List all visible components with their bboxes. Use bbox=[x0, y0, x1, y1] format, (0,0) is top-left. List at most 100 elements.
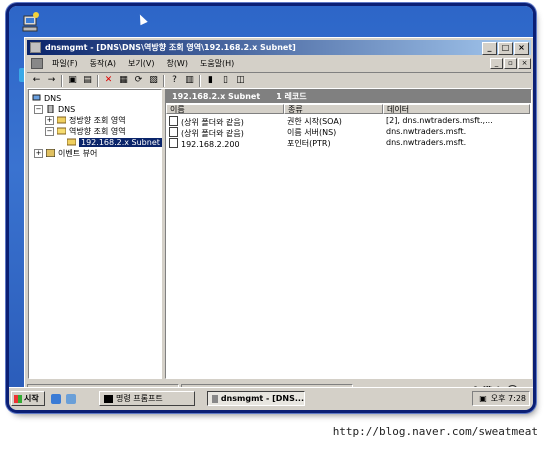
column-header-data[interactable]: 데이터 bbox=[383, 104, 530, 114]
quick-launch bbox=[51, 394, 76, 404]
dns-root-icon bbox=[32, 94, 41, 101]
taskbar: 시작 명령 프롬프트 dnsmgmt - [DNS... ▣ 오후 7:28 bbox=[9, 387, 533, 410]
record-name: (상위 폴더와 같음) bbox=[181, 118, 244, 127]
internet-explorer-icon[interactable] bbox=[51, 394, 61, 404]
taskbar-button-dnsmgmt[interactable]: dnsmgmt - [DNS... bbox=[207, 391, 305, 406]
record-type: 이름 서버(NS) bbox=[287, 128, 337, 137]
taskbar-label-dnsmgmt: dnsmgmt - [DNS... bbox=[220, 394, 304, 403]
open-folder-icon bbox=[57, 127, 66, 135]
mouse-cursor-icon bbox=[136, 12, 148, 26]
menu-window[interactable]: 창(W) bbox=[160, 58, 194, 69]
maximize-button[interactable]: □ bbox=[498, 42, 513, 55]
record-data: dns.nwtraders.msft. bbox=[386, 138, 467, 147]
zone-icon bbox=[67, 138, 76, 146]
record-data: dns.nwtraders.msft. bbox=[386, 127, 467, 136]
tree-item-subnet[interactable]: 192.168.2.x Subnet bbox=[67, 137, 162, 147]
title-bar[interactable]: dnsmgmt - [DNS\DNS\역방향 조회 영역\192.168.2.x… bbox=[27, 40, 531, 55]
record-icon bbox=[169, 127, 178, 137]
close-button[interactable]: × bbox=[514, 42, 529, 55]
event-viewer-icon bbox=[46, 149, 55, 157]
menu-bar: 파일(F) 동작(A) 보기(V) 창(W) 도움말(H) bbox=[27, 57, 531, 70]
mdi-close-button[interactable]: × bbox=[518, 58, 531, 69]
record-type: 포인터(PTR) bbox=[287, 139, 331, 148]
start-label: 시작 bbox=[24, 394, 39, 403]
collapse-toggle[interactable]: − bbox=[34, 104, 43, 114]
window-title: dnsmgmt - [DNS\DNS\역방향 조회 영역\192.168.2.x… bbox=[45, 43, 296, 52]
results-header: 192.168.2.x Subnet 1 레코드 bbox=[166, 90, 531, 103]
mmc-app-icon[interactable] bbox=[30, 42, 41, 53]
desktop: dnsmgmt - [DNS\DNS\역방향 조회 영역\192.168.2.x… bbox=[9, 6, 533, 410]
refresh-icon[interactable]: ⟳ bbox=[133, 75, 144, 86]
record-name: (상위 폴더와 같음) bbox=[181, 129, 244, 138]
table-row[interactable]: 192.168.2.200 포인터(PTR) dns.nwtraders.msf… bbox=[166, 138, 531, 149]
collapse-toggle[interactable]: − bbox=[45, 126, 54, 136]
tree-item-dns-root[interactable]: DNS bbox=[32, 93, 61, 103]
tree-label-forward-zone: 정방향 조회 영역 bbox=[69, 115, 126, 125]
expand-toggle[interactable]: + bbox=[45, 115, 54, 125]
record-count: 1 레코드 bbox=[276, 92, 307, 101]
mdi-minimize-button[interactable]: _ bbox=[490, 58, 503, 69]
properties-icon[interactable]: ▦ bbox=[118, 75, 129, 86]
tree-item-event-viewer[interactable]: + 이벤트 뷰어 bbox=[34, 148, 97, 158]
menu-action[interactable]: 동작(A) bbox=[84, 58, 122, 69]
console-tree-icon[interactable]: ▤ bbox=[82, 75, 93, 86]
console-icon[interactable] bbox=[31, 58, 43, 69]
results-pane: 192.168.2.x Subnet 1 레코드 이름 종류 데이터 (상위 폴… bbox=[165, 89, 532, 379]
system-tray: ▣ 오후 7:28 bbox=[472, 391, 530, 406]
new-record-icon[interactable]: ▯ bbox=[220, 75, 231, 86]
record-data: [2], dns.nwtraders.msft.,... bbox=[386, 116, 493, 125]
record-type: 권한 시작(SOA) bbox=[287, 117, 342, 126]
table-row[interactable]: (상위 폴더와 같음) 권한 시작(SOA) [2], dns.nwtrader… bbox=[166, 116, 531, 127]
windows-logo-icon bbox=[14, 394, 22, 403]
server-icon bbox=[47, 105, 54, 113]
new-zone-icon[interactable]: ◫ bbox=[235, 75, 246, 86]
console-tree: DNS − DNS + 정방향 조회 영역 − 역방향 조회 영역 192.16… bbox=[28, 89, 162, 379]
server-icon[interactable]: ▥ bbox=[184, 75, 195, 86]
taskbar-label-cmd: 명령 프롬프트 bbox=[116, 394, 163, 403]
toolbar-separator bbox=[61, 74, 63, 87]
results-title: 192.168.2.x Subnet bbox=[172, 92, 261, 101]
tree-item-dns-server[interactable]: − DNS bbox=[34, 104, 75, 114]
column-header-type[interactable]: 종류 bbox=[284, 104, 383, 114]
expand-toggle[interactable]: + bbox=[34, 148, 43, 158]
export-icon[interactable]: ▧ bbox=[148, 75, 159, 86]
tree-item-reverse-zone[interactable]: − 역방향 조회 영역 bbox=[45, 126, 126, 136]
tree-label-subnet: 192.168.2.x Subnet bbox=[79, 137, 162, 147]
tree-label-reverse-zone: 역방향 조회 영역 bbox=[69, 126, 126, 136]
tree-item-forward-zone[interactable]: + 정방향 조회 영역 bbox=[45, 115, 126, 125]
delete-icon[interactable]: ✕ bbox=[103, 75, 114, 86]
forward-arrow-icon[interactable]: → bbox=[46, 75, 57, 86]
table-row[interactable]: (상위 폴더와 같음) 이름 서버(NS) dns.nwtraders.msft… bbox=[166, 127, 531, 138]
record-icon bbox=[169, 138, 178, 148]
record-icon bbox=[169, 116, 178, 126]
record-name-cell: 192.168.2.200 bbox=[169, 138, 240, 149]
menu-help[interactable]: 도움말(H) bbox=[194, 58, 240, 69]
clock[interactable]: 오후 7:28 bbox=[491, 393, 526, 404]
tree-label-event-viewer: 이벤트 뷰어 bbox=[58, 148, 98, 158]
show-desktop-icon[interactable] bbox=[66, 394, 76, 404]
watermark-url: http://blog.naver.com/sweatmeat bbox=[332, 425, 538, 438]
toolbar-separator bbox=[97, 74, 99, 87]
network-tray-icon[interactable]: ▣ bbox=[479, 394, 487, 403]
column-header-name[interactable]: 이름 bbox=[166, 104, 284, 114]
help-icon[interactable]: ? bbox=[169, 75, 180, 86]
start-button[interactable]: 시작 bbox=[11, 391, 45, 406]
mdi-restore-button[interactable]: ▫ bbox=[504, 58, 517, 69]
menu-file[interactable]: 파일(F) bbox=[46, 58, 84, 69]
tree-label-dns-root: DNS bbox=[44, 93, 62, 103]
menu-view[interactable]: 보기(V) bbox=[122, 58, 160, 69]
command-prompt-icon bbox=[104, 394, 113, 403]
screenshot-frame: dnsmgmt - [DNS\DNS\역방향 조회 영역\192.168.2.x… bbox=[9, 6, 533, 410]
dnsmgmt-window: dnsmgmt - [DNS\DNS\역방향 조회 영역\192.168.2.x… bbox=[24, 37, 533, 401]
record-name: 192.168.2.200 bbox=[181, 140, 240, 149]
minimize-button[interactable]: _ bbox=[482, 42, 497, 55]
my-computer-icon[interactable] bbox=[21, 12, 41, 36]
toolbar: ← → ▣ ▤ ✕ ▦ ⟳ ▧ ? ▥ ▮ ▯ ◫ bbox=[27, 72, 531, 89]
toolbar-separator bbox=[163, 74, 165, 87]
back-arrow-icon[interactable]: ← bbox=[31, 75, 42, 86]
toolbar-separator bbox=[199, 74, 201, 87]
taskbar-button-cmd[interactable]: 명령 프롬프트 bbox=[99, 391, 195, 406]
tree-label-dns-server: DNS bbox=[58, 104, 76, 114]
update-icon[interactable]: ▮ bbox=[205, 75, 216, 86]
up-folder-icon[interactable]: ▣ bbox=[67, 75, 78, 86]
